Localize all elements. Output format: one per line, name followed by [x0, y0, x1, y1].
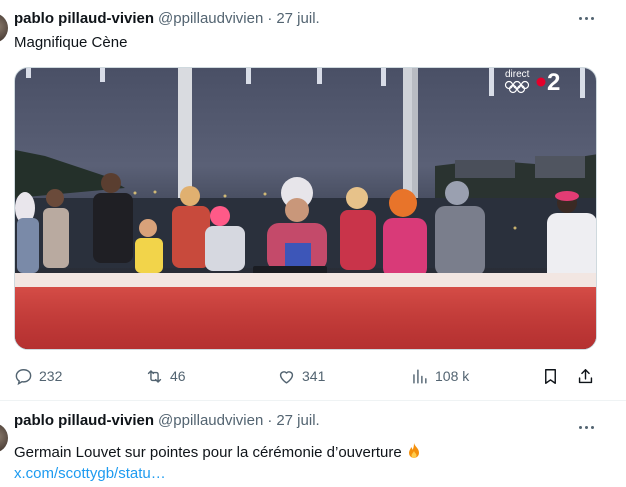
- share-icon: [578, 368, 593, 383]
- retweet-button[interactable]: 46: [145, 365, 186, 387]
- tweet[interactable]: pablo pillaud-vivien @ppillaudvivien · 2…: [0, 401, 626, 487]
- views-icon: [413, 368, 427, 384]
- separator: ·: [267, 411, 273, 429]
- separator: ·: [267, 9, 273, 27]
- reply-button[interactable]: 232: [14, 365, 62, 387]
- avatar[interactable]: [0, 13, 8, 43]
- author-name[interactable]: pablo pillaud-vivien: [14, 10, 154, 27]
- tweet-text: Magnifique Cène: [14, 34, 128, 51]
- tweet-date[interactable]: 27 juil.: [276, 412, 319, 429]
- bookmark-icon: [545, 368, 556, 384]
- broadcast-label: direct: [505, 69, 530, 80]
- reply-count: 232: [39, 368, 63, 384]
- tweet-text-row: Germain Louvet sur pointes pour la cérém…: [14, 442, 422, 463]
- tweet-link[interactable]: x.com/scottygb/statu…: [14, 464, 166, 484]
- tweet-actions: 232 46 341 108 k: [14, 365, 604, 387]
- retweet-icon: [147, 369, 162, 383]
- like-count: 341: [302, 368, 326, 384]
- fire-emoji-icon: [408, 443, 419, 458]
- more-icon[interactable]: [568, 417, 604, 437]
- tweet-date[interactable]: 27 juil.: [276, 10, 319, 27]
- channel-logo: 2: [547, 69, 560, 96]
- views-button[interactable]: 108 k: [410, 365, 469, 387]
- reply-icon: [15, 368, 32, 385]
- tweet-header: pablo pillaud-vivien @ppillaudvivien · 2…: [14, 410, 320, 430]
- tweet-header: pablo pillaud-vivien @ppillaudvivien · 2…: [14, 8, 320, 28]
- share-button[interactable]: [576, 365, 601, 387]
- author-name[interactable]: pablo pillaud-vivien: [14, 412, 154, 429]
- tweet-text: Germain Louvet sur pointes pour la cérém…: [14, 444, 402, 461]
- author-handle[interactable]: @ppillaudvivien: [158, 10, 263, 27]
- bookmark-button[interactable]: [541, 365, 566, 387]
- tweet-media-image[interactable]: direct 2: [14, 67, 597, 350]
- more-icon[interactable]: [568, 8, 604, 28]
- like-button[interactable]: 341: [277, 365, 325, 387]
- retweet-count: 46: [170, 368, 186, 384]
- views-count: 108 k: [435, 368, 470, 384]
- avatar[interactable]: [0, 423, 8, 453]
- last-supper-scene-image: direct 2: [15, 68, 596, 349]
- heart-icon: [279, 370, 294, 384]
- author-handle[interactable]: @ppillaudvivien: [158, 412, 263, 429]
- tweet[interactable]: pablo pillaud-vivien @ppillaudvivien · 2…: [0, 0, 626, 401]
